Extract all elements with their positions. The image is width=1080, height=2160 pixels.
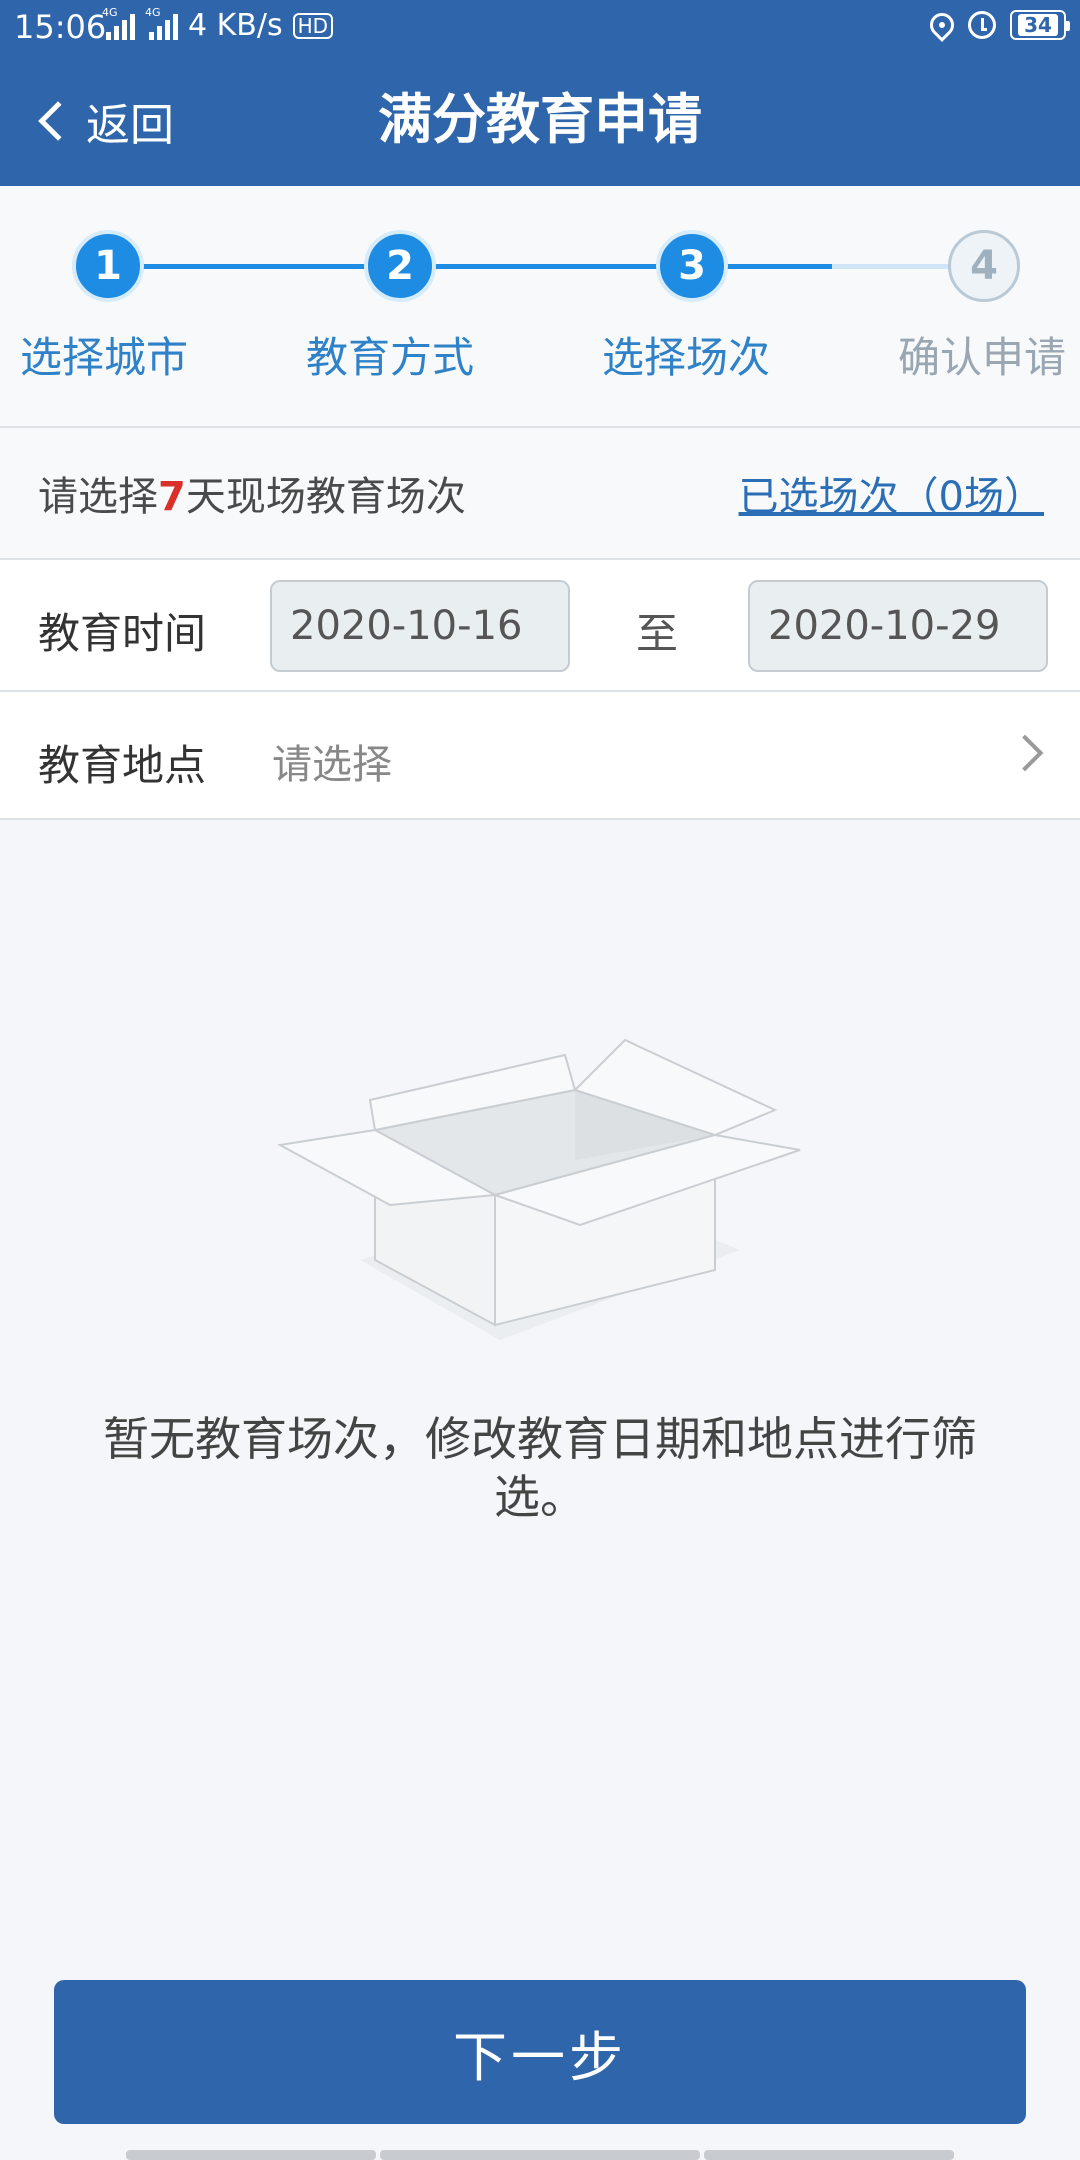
start-date-field[interactable]: 2020-10-16: [270, 580, 570, 672]
location-icon: [925, 8, 959, 42]
step-1-label: 选择城市: [20, 333, 189, 382]
network-speed: 4 KB/s: [188, 8, 283, 43]
app-header: 15:06 4G 4G 4 KB/s HD 34 返回 满分教育申请: [0, 0, 1080, 186]
step-connector: [400, 264, 692, 269]
step-4-label: 确认申请: [898, 333, 1067, 382]
education-place-row[interactable]: 教育地点 请选择: [0, 690, 1080, 820]
battery-icon: 34: [1010, 10, 1070, 40]
education-time-label: 教育时间: [38, 609, 207, 658]
signal-tag: 4G: [145, 5, 161, 19]
page-title: 满分教育申请: [378, 88, 702, 151]
step-1-circle: 1: [72, 230, 144, 302]
step-4-circle: 4: [948, 230, 1020, 302]
step-3-label: 选择场次: [602, 333, 771, 382]
status-bar: 15:06 4G 4G 4 KB/s HD 34: [0, 0, 1080, 56]
step-2-circle: 2: [364, 230, 436, 302]
date-range-separator: 至: [636, 609, 679, 658]
step-3-circle: 3: [656, 230, 728, 302]
session-instruction: 请选择7天现场教育场次: [38, 464, 466, 522]
hd-icon: HD: [292, 12, 334, 39]
education-time-row: 教育时间 2020-10-16 至 2020-10-29: [0, 558, 1080, 690]
empty-box-icon: [276, 1038, 801, 1340]
chevron-right-icon: [1006, 734, 1044, 772]
session-selection-row: 请选择7天现场教育场次 已选场次（0场）: [0, 426, 1080, 558]
alarm-icon: [968, 11, 996, 39]
instruction-prefix: 请选择: [38, 474, 158, 520]
instruction-suffix: 天现场教育场次: [185, 474, 466, 520]
place-select-placeholder: 请选择: [272, 742, 392, 788]
status-right: 34: [925, 8, 1070, 42]
step-2-label: 教育方式: [306, 333, 475, 382]
battery-level: 34: [1018, 14, 1058, 36]
signal-icon: 4G: [102, 6, 135, 40]
gesture-bar: [704, 2150, 954, 2160]
network-indicators: 4G 4G 4 KB/s HD: [102, 6, 334, 43]
empty-state-message: 暂无教育场次，修改教育日期和地点进行筛选。: [103, 1412, 977, 1524]
education-place-label: 教育地点: [38, 741, 207, 790]
step-progress: 1 2 3 4 选择城市 教育方式 选择场次 确认申请: [0, 186, 1080, 426]
end-date-field[interactable]: 2020-10-29: [748, 580, 1048, 672]
selected-sessions-link[interactable]: 已选场次（0场）: [739, 464, 1044, 522]
gesture-bar: [126, 2150, 376, 2160]
gesture-bar: [380, 2150, 700, 2160]
signal-icon: 4G: [145, 6, 178, 40]
next-step-button[interactable]: 下一步: [54, 1980, 1026, 2124]
step-connector: [108, 264, 400, 269]
signal-tag: 4G: [102, 5, 118, 19]
status-time: 15:06: [14, 8, 107, 46]
instruction-days: 7: [158, 474, 186, 520]
